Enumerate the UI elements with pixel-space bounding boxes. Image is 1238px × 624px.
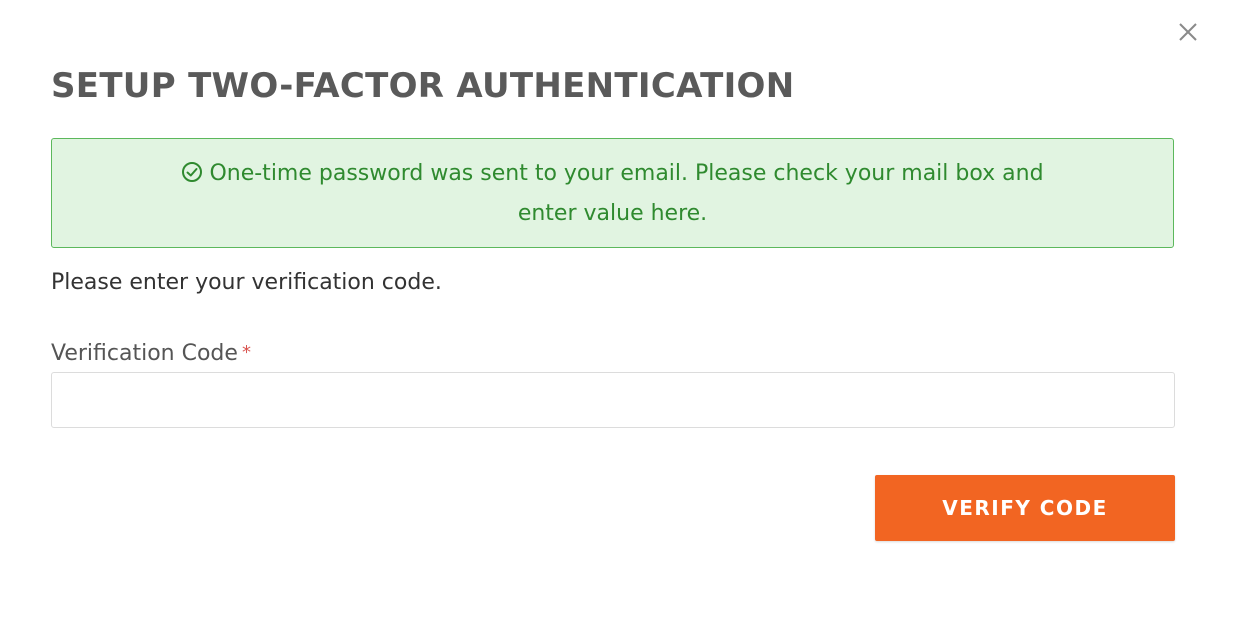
verification-code-input[interactable]: [51, 372, 1175, 428]
modal-title: SETUP TWO-FACTOR AUTHENTICATION: [51, 66, 795, 106]
alert-message: One-time password was sent to your email…: [209, 160, 1044, 226]
success-alert: One-time password was sent to your email…: [51, 138, 1174, 248]
field-label-text: Verification Code: [51, 341, 238, 366]
close-button[interactable]: [1172, 18, 1204, 50]
two-factor-modal: SETUP TWO-FACTOR AUTHENTICATION One-time…: [0, 0, 1238, 624]
close-icon[interactable]: [1177, 21, 1199, 48]
check-circle-icon: [181, 158, 203, 195]
verify-code-button[interactable]: VERIFY CODE: [875, 475, 1175, 541]
required-marker: *: [241, 342, 251, 363]
instruction-text: Please enter your verification code.: [51, 270, 442, 295]
verification-code-label: Verification Code *: [51, 341, 251, 366]
